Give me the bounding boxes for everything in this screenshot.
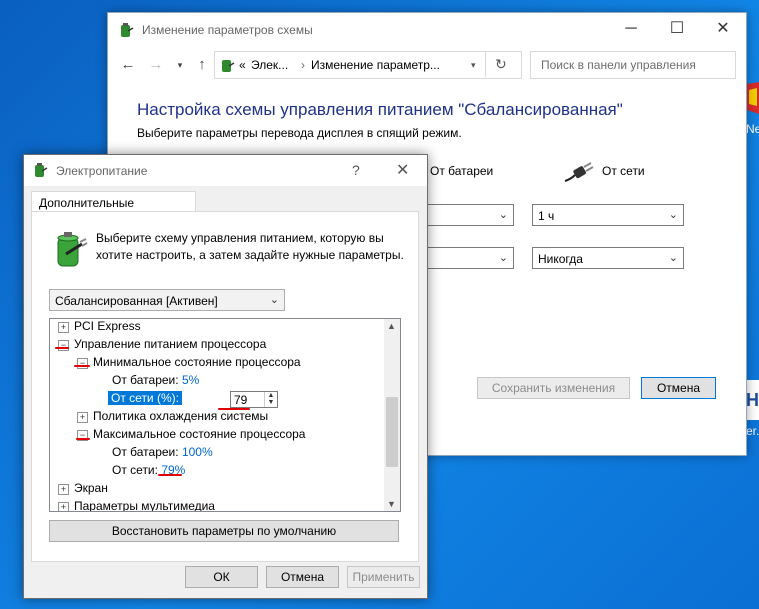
- chevron-down-icon: ⌄: [668, 209, 678, 221]
- select-value: Никогда: [538, 252, 583, 266]
- select-value: Сбалансированная [Активен]: [55, 294, 218, 308]
- divider: [485, 51, 486, 77]
- restore-defaults-button[interactable]: Восстановить параметры по умолчанию: [49, 520, 399, 542]
- app-icon: [747, 82, 759, 114]
- chevron-down-icon: ⌄: [498, 209, 508, 221]
- maximize-button[interactable]: ☐: [654, 13, 700, 45]
- search-placeholder: Поиск в панели управления: [541, 58, 696, 72]
- tree-item[interactable]: От батареи: 100%: [112, 443, 213, 461]
- tree-item[interactable]: От сети: 79%: [112, 461, 185, 479]
- collapse-icon[interactable]: −: [58, 340, 69, 351]
- back-arrow-icon[interactable]: ←: [118, 55, 138, 75]
- page-title: Настройка схемы управления питанием "Сба…: [137, 100, 623, 119]
- power-options-icon: [121, 23, 134, 37]
- apply-button[interactable]: Применить: [347, 566, 420, 588]
- recent-chevron-icon[interactable]: ▾: [170, 55, 190, 75]
- setting-label: От батареи:: [112, 373, 179, 387]
- cancel-button[interactable]: Отмена: [641, 377, 716, 399]
- window-titlebar: Изменение параметров схемы ─ ☐ ✕: [108, 13, 746, 47]
- tree-label: Управление питанием процессора: [74, 337, 267, 351]
- percent-stepper[interactable]: 79 ▲ ▼: [230, 391, 278, 408]
- breadcrumb-separator: ›: [301, 58, 305, 72]
- scroll-down-icon[interactable]: ▼: [387, 499, 396, 509]
- tree-item[interactable]: От батареи: 5%: [112, 371, 199, 389]
- collapse-icon[interactable]: −: [77, 358, 88, 369]
- save-changes-button[interactable]: Сохранить изменения: [477, 377, 630, 399]
- plug-icon: [564, 162, 594, 182]
- expand-icon[interactable]: +: [58, 484, 69, 495]
- desktop-shortcut[interactable]: H er.: [745, 372, 759, 442]
- minimize-button[interactable]: ─: [608, 13, 654, 45]
- power-options-icon: [35, 163, 48, 177]
- address-bar: ← → ▾ ↑ « Элек... › Изменение параметр..…: [108, 47, 746, 81]
- chevron-down-icon: ⌄: [269, 294, 279, 306]
- setting-label: От сети (%):: [108, 391, 182, 405]
- expand-icon[interactable]: +: [58, 502, 69, 511]
- dialog-titlebar: Электропитание ? ✕: [24, 155, 427, 186]
- sleep-ac-select[interactable]: Никогда ⌄: [532, 247, 684, 269]
- window-title: Изменение параметров схемы: [142, 23, 313, 37]
- dialog-title: Электропитание: [56, 164, 148, 178]
- setting-label: От батареи:: [112, 445, 179, 459]
- setting-label: От сети:: [112, 463, 158, 477]
- setting-value-link[interactable]: 100%: [182, 445, 213, 459]
- tree-label: Максимальное состояние процессора: [93, 427, 306, 441]
- breadcrumb[interactable]: « Элек... › Изменение параметр... ▾ ↻: [214, 51, 522, 79]
- tree-scrollbar[interactable]: ▲ ▼: [384, 319, 400, 511]
- chevron-down-icon: ⌄: [668, 252, 678, 264]
- power-plan-select[interactable]: Сбалансированная [Активен] ⌄: [49, 289, 285, 311]
- shortcut-label: er.: [746, 424, 759, 438]
- tree-label: Минимальное состояние процессора: [93, 355, 301, 369]
- page-subtitle: Выберите параметры перевода дисплея в сп…: [137, 126, 462, 140]
- select-value: 1 ч: [538, 209, 555, 223]
- display-off-ac-select[interactable]: 1 ч ⌄: [532, 204, 684, 226]
- settings-panel: Выберите схему управления питанием, кото…: [31, 211, 419, 562]
- expand-icon[interactable]: +: [58, 322, 69, 333]
- column-header-battery: От батареи: [430, 164, 494, 178]
- refresh-icon[interactable]: ↻: [495, 56, 507, 73]
- tab-advanced-settings[interactable]: Дополнительные параметры: [31, 191, 196, 224]
- display-off-battery-select[interactable]: ⌄: [426, 204, 514, 226]
- stepper-arrows[interactable]: ▲ ▼: [264, 392, 277, 407]
- annotation-underline: [218, 408, 250, 410]
- scroll-up-icon[interactable]: ▲: [387, 321, 396, 331]
- address-dropdown-icon[interactable]: ▾: [471, 60, 476, 71]
- intro-text: Выберите схему управления питанием, кото…: [96, 231, 404, 262]
- app-icon: H: [745, 380, 759, 420]
- annotation-underline: [158, 474, 182, 476]
- desktop-shortcut[interactable]: Ne: [745, 80, 759, 140]
- close-button[interactable]: ✕: [700, 13, 746, 45]
- shortcut-label: Ne: [746, 122, 759, 136]
- ok-button[interactable]: ОК: [185, 566, 258, 588]
- stepper-value: 79: [234, 393, 248, 407]
- close-button[interactable]: ✕: [396, 160, 409, 180]
- breadcrumb-item[interactable]: Изменение параметр...: [311, 58, 440, 72]
- tree-label: Параметры мультимедиа: [74, 499, 215, 512]
- expand-icon[interactable]: +: [77, 412, 88, 423]
- tree-label: Экран: [74, 481, 108, 495]
- sleep-battery-select[interactable]: ⌄: [426, 247, 514, 269]
- up-arrow-icon[interactable]: ↑: [192, 55, 212, 75]
- annotation-underline: [74, 365, 90, 367]
- scroll-thumb[interactable]: [386, 397, 398, 467]
- annotation-underline: [55, 347, 69, 349]
- tree-label: PCI Express: [74, 319, 141, 333]
- breadcrumb-item[interactable]: Элек...: [251, 58, 288, 72]
- tree-item-selected[interactable]: От сети (%):: [108, 389, 182, 407]
- annotation-underline: [76, 438, 90, 440]
- cancel-button[interactable]: Отмена: [266, 566, 339, 588]
- control-panel-icon: [222, 60, 235, 72]
- settings-tree[interactable]: + PCI Express − Управление питанием проц…: [49, 318, 401, 512]
- power-options-dialog: Электропитание ? ✕ Дополнительные параме…: [23, 154, 428, 599]
- breadcrumb-prefix: «: [239, 58, 246, 72]
- help-button[interactable]: ?: [352, 162, 360, 178]
- forward-arrow-icon[interactable]: →: [146, 55, 166, 75]
- chevron-down-icon: ⌄: [498, 252, 508, 264]
- battery-plug-icon: [57, 232, 88, 267]
- setting-value-link[interactable]: 5%: [182, 373, 199, 387]
- column-header-ac: От сети: [602, 164, 645, 178]
- search-input[interactable]: Поиск в панели управления: [530, 51, 736, 79]
